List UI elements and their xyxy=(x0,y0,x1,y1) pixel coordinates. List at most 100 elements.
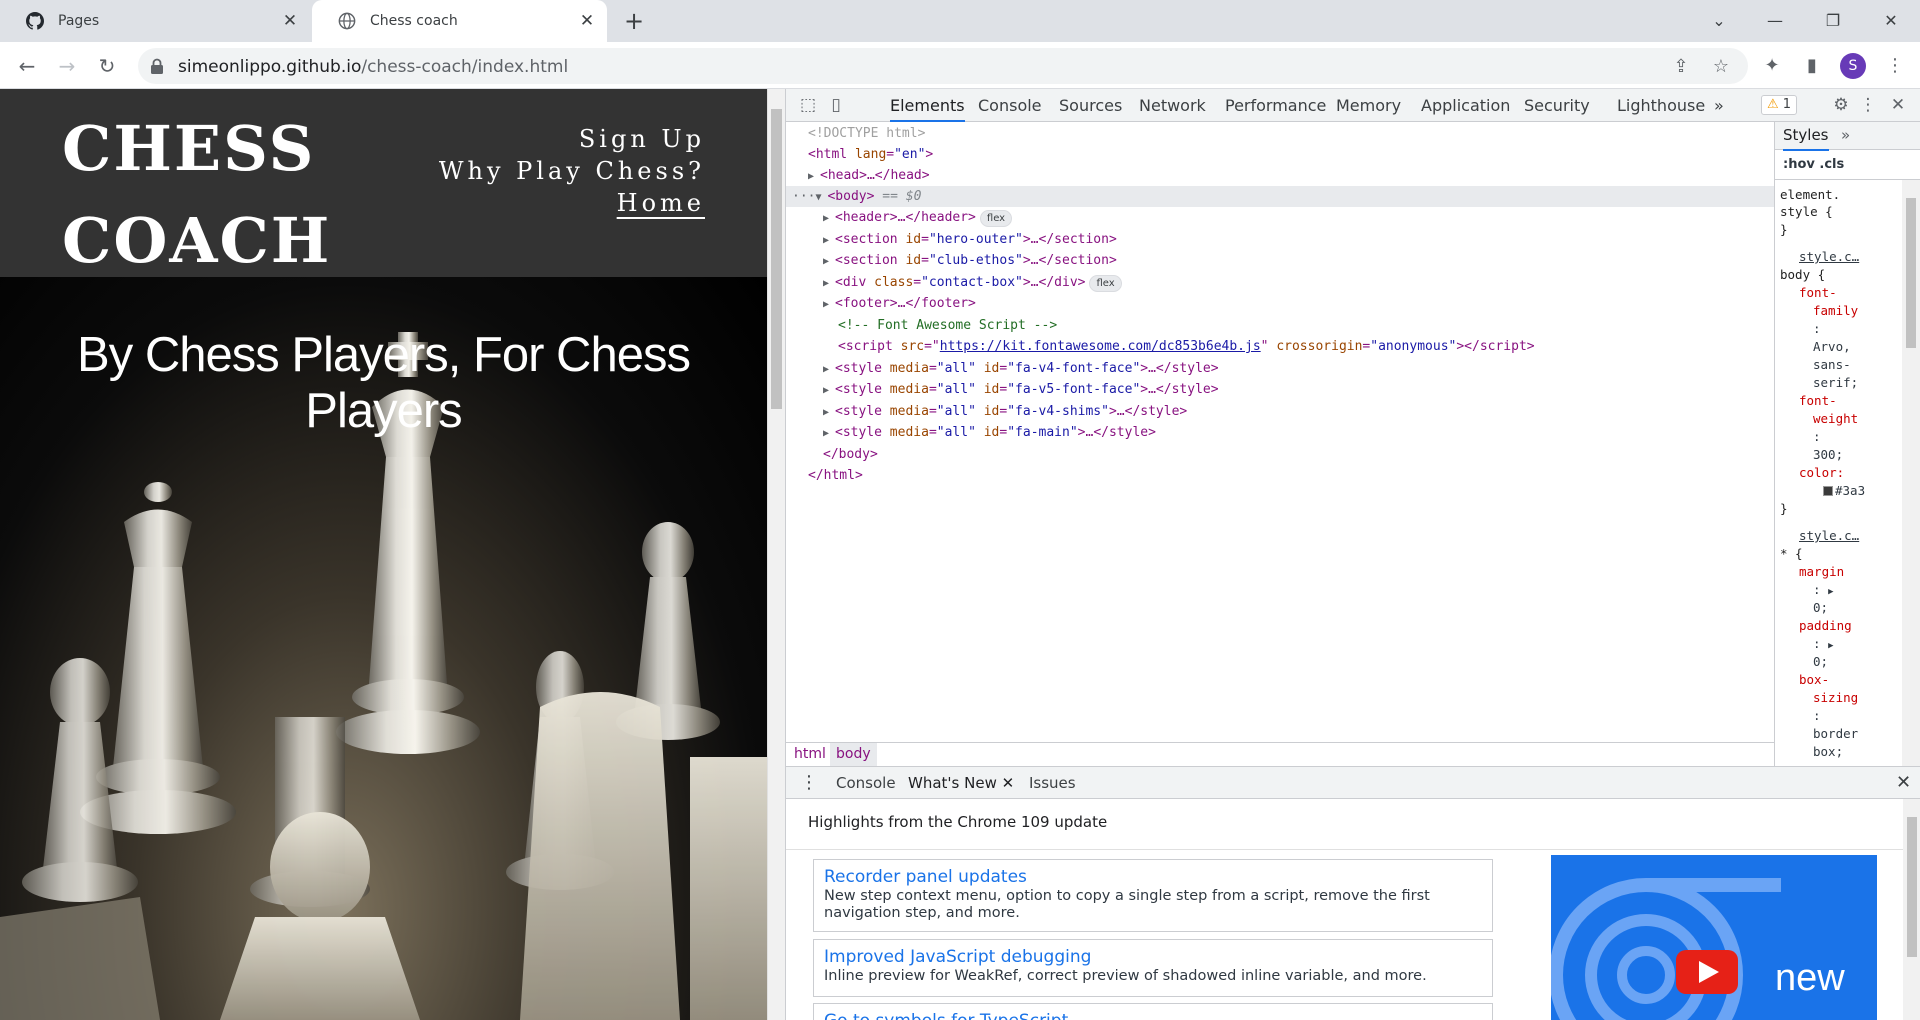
crumb-body[interactable]: body xyxy=(830,743,877,766)
close-drawer-icon[interactable]: ✕ xyxy=(1896,767,1911,799)
menu-kebab-icon[interactable]: ⋮ xyxy=(1880,51,1910,81)
more-tabs-icon[interactable]: » xyxy=(1714,89,1724,122)
crumb-html[interactable]: html xyxy=(788,743,832,766)
flex-badge[interactable]: flex xyxy=(979,210,1013,227)
expand-arrow-icon[interactable]: ▶ xyxy=(823,423,835,444)
warnings-badge[interactable]: ⚠ 1 xyxy=(1761,95,1798,115)
expand-arrow-icon[interactable]: ▶ xyxy=(808,166,820,187)
close-tab-icon[interactable]: ✕ xyxy=(1002,774,1015,792)
forward-icon[interactable]: → xyxy=(52,51,82,81)
color-swatch[interactable] xyxy=(1823,486,1833,496)
share-icon[interactable]: ⇪ xyxy=(1668,54,1694,80)
styles-scrollbar[interactable] xyxy=(1902,180,1920,766)
tab-network[interactable]: Network xyxy=(1139,89,1206,122)
tab-pages[interactable]: Pages ✕ xyxy=(0,0,310,42)
tab-elements[interactable]: Elements xyxy=(890,89,965,122)
expand-arrow-icon[interactable]: ▶ xyxy=(823,402,835,423)
drawer-tab-whats-new[interactable]: What's New ✕ xyxy=(900,767,1023,801)
dom-header[interactable]: ▶ <header>…</header> flex xyxy=(823,207,1013,229)
scrollbar-thumb[interactable] xyxy=(1906,198,1916,348)
script-src-link[interactable]: https://kit.fontawesome.com/dc853b6e4b.j… xyxy=(940,339,1261,354)
whats-new-video-thumbnail[interactable]: new xyxy=(1551,855,1877,1020)
expand-arrow-icon[interactable]: ▶ xyxy=(823,251,835,272)
tab-application[interactable]: Application xyxy=(1421,89,1510,122)
cls-toggle[interactable]: .cls xyxy=(1819,157,1844,172)
dom-body[interactable]: ···▼ <body> == $0 xyxy=(786,186,1774,207)
whats-new-card[interactable]: Improved JavaScript debugging Inline pre… xyxy=(813,939,1493,997)
tab-search-icon[interactable]: ⌄ xyxy=(1704,6,1734,36)
globe-icon xyxy=(338,12,356,30)
scrollbar-thumb[interactable] xyxy=(1907,817,1917,957)
dom-style-1[interactable]: ▶ <style media="all" id="fa-v4-font-face"… xyxy=(823,358,1219,379)
tab-close-icon[interactable]: ✕ xyxy=(282,13,298,30)
device-toolbar-icon[interactable]: ▯ xyxy=(824,93,848,117)
inspect-element-icon[interactable]: ⬚ xyxy=(796,93,820,117)
expand-arrow-icon[interactable]: ▶ xyxy=(823,380,835,401)
dom-section-hero[interactable]: ▶ <section id="hero-outer">…</section> xyxy=(823,229,1117,250)
dom-style-2[interactable]: ▶ <style media="all" id="fa-v5-font-face"… xyxy=(823,379,1219,400)
side-panel-icon[interactable]: ▮ xyxy=(1797,51,1827,81)
scrollbar-thumb[interactable] xyxy=(771,109,782,409)
dom-doctype[interactable]: <!DOCTYPE html> xyxy=(808,123,925,144)
expand-arrow-icon[interactable]: ▶ xyxy=(823,230,835,251)
close-window-icon[interactable]: ✕ xyxy=(1876,6,1906,36)
whats-new-card[interactable]: Recorder panel updates New step context … xyxy=(813,859,1493,932)
tab-styles[interactable]: Styles xyxy=(1783,122,1829,151)
hov-toggle[interactable]: :hov xyxy=(1783,157,1815,172)
site-logo[interactable]: CHESS COACH xyxy=(62,103,329,287)
dom-html[interactable]: <html lang="en"> xyxy=(808,144,933,165)
lock-icon[interactable] xyxy=(150,58,164,74)
expand-arrow-icon[interactable]: ▶ xyxy=(823,359,835,380)
nav-home[interactable]: Home xyxy=(439,187,705,219)
expand-arrow-icon[interactable]: ▶ xyxy=(1828,587,1833,597)
dom-footer[interactable]: ▶ <footer>…</footer> xyxy=(823,293,976,314)
dom-body-close[interactable]: </body> xyxy=(823,444,878,465)
dom-style-4[interactable]: ▶ <style media="all" id="fa-main">…</styl… xyxy=(823,422,1156,443)
collapse-arrow-icon[interactable]: ▼ xyxy=(815,187,827,208)
close-devtools-icon[interactable]: ✕ xyxy=(1886,93,1910,117)
tab-sources[interactable]: Sources xyxy=(1059,89,1122,122)
bookmark-star-icon[interactable]: ☆ xyxy=(1708,54,1734,80)
nav-sign-up[interactable]: Sign Up xyxy=(439,123,705,155)
profile-avatar[interactable]: S xyxy=(1840,53,1866,79)
tab-lighthouse[interactable]: Lighthouse xyxy=(1617,89,1705,122)
expand-arrow-icon[interactable]: ▶ xyxy=(823,208,835,229)
minimize-icon[interactable]: — xyxy=(1760,6,1790,36)
drawer-scrollbar[interactable] xyxy=(1903,799,1920,1020)
card-title[interactable]: Go to symbols for TypeScript xyxy=(824,1010,1482,1020)
dom-style-3[interactable]: ▶ <style media="all" id="fa-v4-shims">…</… xyxy=(823,401,1187,422)
page-scrollbar[interactable] xyxy=(767,89,785,1020)
back-icon[interactable]: ← xyxy=(12,51,42,81)
card-title[interactable]: Improved JavaScript debugging xyxy=(824,946,1482,968)
address-bar[interactable]: simeonlippo.github.io/chess-coach/index.… xyxy=(138,48,1748,84)
tab-chess-coach[interactable]: Chess coach ✕ xyxy=(312,0,607,42)
devtools-menu-icon[interactable]: ⋮ xyxy=(1856,93,1880,117)
extensions-icon[interactable]: ✦ xyxy=(1757,51,1787,81)
expand-arrow-icon[interactable]: ▶ xyxy=(823,294,835,315)
reload-icon[interactable]: ↻ xyxy=(92,51,122,81)
drawer-tab-console[interactable]: Console xyxy=(836,767,896,799)
dom-script[interactable]: <script src="https://kit.fontawesome.com… xyxy=(838,336,1535,357)
drawer-menu-icon[interactable]: ⋮ xyxy=(800,767,818,799)
settings-gear-icon[interactable]: ⚙ xyxy=(1829,93,1853,117)
tab-performance[interactable]: Performance xyxy=(1225,89,1326,122)
tab-close-icon[interactable]: ✕ xyxy=(579,13,595,30)
dom-head[interactable]: ▶ <head>…</head> xyxy=(808,165,930,186)
card-title[interactable]: Recorder panel updates xyxy=(824,866,1482,888)
dom-comment[interactable]: <!-- Font Awesome Script --> xyxy=(838,315,1057,336)
tab-security[interactable]: Security xyxy=(1524,89,1590,122)
dom-div-contact[interactable]: ▶ <div class="contact-box">…</div> flex xyxy=(823,272,1122,293)
restore-icon[interactable]: ❐ xyxy=(1818,6,1848,36)
tab-console[interactable]: Console xyxy=(978,89,1042,122)
dom-section-ethos[interactable]: ▶ <section id="club-ethos">…</section> xyxy=(823,250,1117,271)
more-sidebar-tabs-icon[interactable]: » xyxy=(1841,122,1850,149)
whats-new-card[interactable]: Go to symbols for TypeScript xyxy=(813,1003,1493,1020)
dom-html-close[interactable]: </html> xyxy=(808,465,863,486)
expand-arrow-icon[interactable]: ▶ xyxy=(823,273,835,294)
flex-badge[interactable]: flex xyxy=(1089,275,1122,292)
drawer-tab-issues[interactable]: Issues xyxy=(1029,767,1076,799)
new-tab-button[interactable]: + xyxy=(620,8,648,36)
expand-arrow-icon[interactable]: ▶ xyxy=(1828,641,1833,651)
tab-memory[interactable]: Memory xyxy=(1336,89,1401,122)
nav-why-play-chess[interactable]: Why Play Chess? xyxy=(439,155,705,187)
